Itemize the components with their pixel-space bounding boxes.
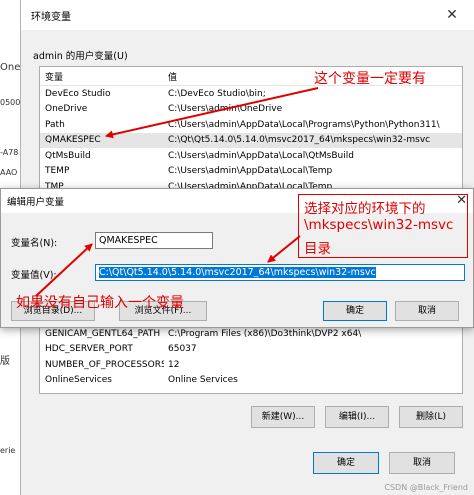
var-value: C:\Users\admin\AppData\Local\Temp (168, 166, 333, 177)
var-value: C:\Qt\Qt5.14.0\5.14.0\msvc2017_64\mkspec… (168, 135, 431, 146)
variable-name-field[interactable]: QMAKESPEC (95, 232, 213, 249)
var-name: GENICAM_GENTL64_PATH (45, 328, 161, 339)
var-value: C:\Users\admin\OneDrive (168, 104, 283, 115)
var-name: QtMsBuild (45, 150, 91, 161)
watermark: CSDN @Black_Friend (384, 483, 468, 492)
env-titlebar: 环境变量 (21, 0, 474, 30)
var-value: Online Services (168, 375, 238, 386)
list-item-selected[interactable]: QMAKESPEC C:\Qt\Qt5.14.0\5.14.0\msvc2017… (40, 132, 462, 148)
edit-cancel-button[interactable]: 取消 (395, 301, 459, 321)
var-name: NUMBER_OF_PROCESSORS (45, 359, 164, 370)
env-cancel-button[interactable]: 取消 (389, 452, 455, 474)
list-item[interactable]: DevEco Studio C:\DevEco Studio\bin; (40, 86, 462, 102)
list-item[interactable]: OnlineServices Online Services (40, 373, 462, 389)
background-fragment: 0500 (0, 98, 21, 107)
variable-value-label: 变量值(V): (11, 270, 57, 281)
env-close-icon[interactable]: ✕ (430, 0, 474, 30)
background-fragment: erie (0, 446, 16, 455)
var-value: 12 (168, 359, 180, 370)
annotation-must-have: 这个变量一定要有 (314, 71, 426, 87)
var-name: HDC_SERVER_PORT (45, 344, 133, 355)
var-value: C:\Users\admin\AppData\Local\Programs\Py… (168, 119, 440, 130)
list-item[interactable]: GENICAM_GENTL64_PATH C:\Program Files (x… (40, 326, 462, 342)
list-item[interactable]: HDC_SERVER_PORT 65037 (40, 342, 462, 358)
background-fragment: -A78 (0, 148, 19, 157)
var-value: C:\Program Files (x86)\Do3think\DVP2 x64… (168, 328, 362, 339)
background-fragment: AAO (0, 168, 18, 177)
var-name: DevEco Studio (45, 88, 111, 99)
system-edit-button[interactable]: 编辑(I)... (325, 406, 389, 428)
var-name: OnlineServices (45, 375, 112, 386)
var-value: 65037 (168, 344, 197, 355)
edit-ok-button[interactable]: 确定 (323, 301, 387, 321)
annotation-select-env-line3: 目录 (304, 241, 331, 257)
var-name: Path (45, 119, 65, 130)
background-fragment: 版 (0, 356, 10, 367)
system-delete-button[interactable]: 删除(L) (399, 406, 463, 428)
var-name: QMAKESPEC (45, 135, 101, 146)
variable-value-selected-text: C:\Qt\Qt5.14.0\5.14.0\msvc2017_64\mkspec… (99, 267, 376, 278)
var-name: OneDrive (45, 104, 88, 115)
list-item[interactable]: TEMP C:\Users\admin\AppData\Local\Temp (40, 164, 462, 180)
env-ok-button[interactable]: 确定 (313, 452, 379, 474)
list-item[interactable]: QtMsBuild C:\Users\admin\AppData\Local\Q… (40, 148, 462, 164)
system-new-button[interactable]: 新建(W)... (251, 406, 315, 428)
user-vars-group-label: admin 的用户变量(U) (33, 51, 128, 62)
variable-name-value: QMAKESPEC (99, 235, 158, 246)
var-name: TEMP (45, 166, 70, 177)
list-item[interactable]: Path C:\Users\admin\AppData\Local\Progra… (40, 117, 462, 133)
annotation-select-env-line2: \mkspecs\win32-msvc (304, 217, 454, 233)
system-vars-list[interactable]: GENICAM_GENTL64_PATH C:\Program Files (x… (39, 326, 463, 394)
edit-dialog-title: 编辑用户变量 (7, 197, 65, 208)
var-value: C:\Users\admin\AppData\Local\QtMsBuild (168, 150, 354, 161)
column-header-variable[interactable]: 变量 (40, 70, 164, 83)
variable-name-label: 变量名(N): (11, 238, 58, 249)
annotation-select-env-line1: 选择对应的环境下的 (304, 201, 426, 217)
variable-value-field[interactable]: C:\Qt\Qt5.14.0\5.14.0\msvc2017_64\mkspec… (95, 264, 465, 281)
background-fragment: One (0, 62, 21, 73)
list-item[interactable]: NUMBER_OF_PROCESSORS 12 (40, 357, 462, 373)
env-dialog-title: 环境变量 (31, 11, 71, 23)
var-value: C:\DevEco Studio\bin; (168, 88, 266, 99)
list-item[interactable]: OneDrive C:\Users\admin\OneDrive (40, 102, 462, 118)
annotation-if-missing: 如果没有自己输入一个变量 (16, 295, 184, 311)
